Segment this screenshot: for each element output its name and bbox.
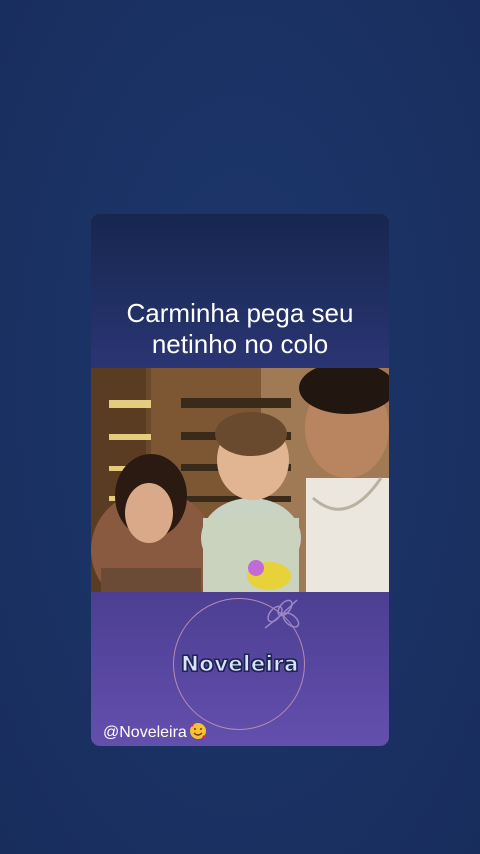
caption-panel: Carminha pega seu netinho no colo xyxy=(91,214,389,368)
leaf-branch-icon xyxy=(264,599,300,629)
video-card[interactable]: Carminha pega seu netinho no colo Novele… xyxy=(91,214,389,746)
video-frame[interactable] xyxy=(91,368,389,592)
video-caption: Carminha pega seu netinho no colo xyxy=(126,298,354,359)
smiling-face-with-hearts-icon xyxy=(189,723,206,739)
brand-logo-text: Noveleira xyxy=(181,652,299,677)
app-background: Carminha pega seu netinho no colo Novele… xyxy=(0,0,480,854)
handle-text: @Noveleira xyxy=(103,724,187,741)
creator-handle[interactable]: @Noveleira xyxy=(103,722,207,743)
scene-illustration xyxy=(91,368,389,592)
branding-panel: Noveleira @Noveleira xyxy=(91,592,389,746)
